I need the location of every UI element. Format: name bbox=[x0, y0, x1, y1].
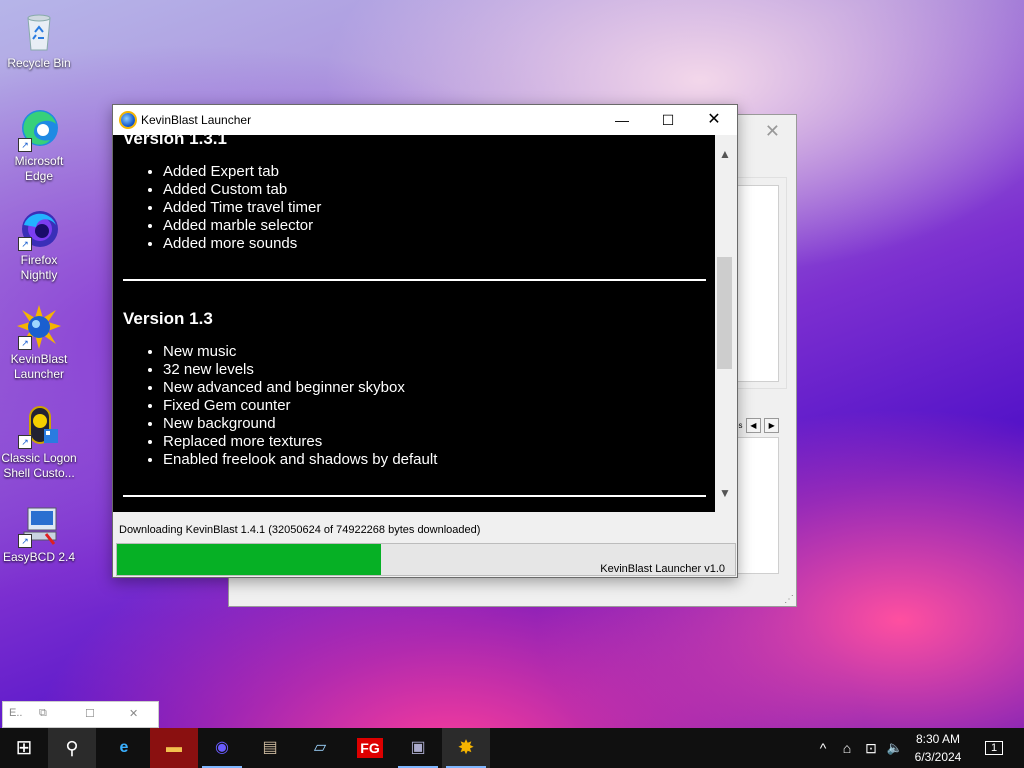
changelog-item: New background bbox=[163, 415, 706, 433]
section-divider bbox=[123, 279, 706, 281]
close-icon[interactable]: ✕ bbox=[129, 707, 138, 720]
close-button[interactable]: ✕ bbox=[691, 105, 737, 135]
desktop-icon-easybcd[interactable]: ↗ EasyBCD 2.4 bbox=[0, 496, 78, 565]
bg-window-list-panel bbox=[737, 185, 779, 382]
title-bar[interactable]: KevinBlast Launcher — ☐ ✕ bbox=[113, 105, 737, 135]
desktop-icon-label: EasyBCD 2.4 bbox=[2, 550, 76, 564]
version-heading: Version 1.3.1 bbox=[123, 135, 227, 148]
clock-date: 6/3/2024 bbox=[914, 750, 962, 764]
desktop-icon-firefox-nightly[interactable]: ↗ Firefox Nightly bbox=[0, 199, 78, 283]
shortcut-arrow-icon: ↗ bbox=[18, 534, 32, 548]
maximize-button[interactable]: ☐ bbox=[645, 105, 691, 135]
resize-grip-icon[interactable]: ⋰ bbox=[784, 594, 794, 605]
changelog-item: New advanced and beginner skybox bbox=[163, 379, 706, 397]
changelog-view[interactable]: Version 1.3.1 Added Expert tab Added Cus… bbox=[113, 135, 715, 512]
changelog-item: Added Expert tab bbox=[163, 163, 706, 181]
kevinblast-app-icon bbox=[121, 113, 135, 127]
minimized-window[interactable]: E.. ⧉ ☐ ✕ bbox=[2, 701, 159, 728]
desktop-icon-label: Microsoft bbox=[14, 154, 64, 168]
meet-now-icon[interactable]: ⌂ bbox=[836, 728, 858, 768]
edge-icon[interactable]: e bbox=[100, 728, 148, 768]
vertical-scrollbar[interactable]: ▲ ▼ bbox=[715, 135, 735, 512]
minimize-button[interactable]: — bbox=[599, 105, 645, 135]
changelog-item: New music bbox=[163, 343, 706, 361]
recycle-bin-icon bbox=[16, 8, 62, 54]
computer-icon[interactable]: ▣ bbox=[394, 728, 442, 768]
clock[interactable]: 8:30 AM 6/3/2024 bbox=[906, 730, 970, 766]
firefox-nightly-icon[interactable]: ◉ bbox=[198, 728, 246, 768]
edge-icon: ↗ bbox=[16, 106, 62, 152]
changelog-item: Enabled freelook and shadows by default bbox=[163, 451, 706, 469]
changelog-list: New music 32 new levels New advanced and… bbox=[123, 343, 706, 469]
window-title: KevinBlast Launcher bbox=[141, 113, 252, 127]
tab-scroll-right-button[interactable]: ▶ bbox=[764, 418, 780, 434]
file-explorer-icon[interactable]: ▬ bbox=[150, 728, 198, 768]
desktop-icon-label: Nightly bbox=[20, 268, 58, 282]
easybcd-icon: ↗ bbox=[16, 502, 62, 548]
desktop-icon-label: Firefox bbox=[20, 253, 58, 267]
bg-window-content-panel bbox=[737, 437, 779, 574]
desktop-icon-label: Shell Custo... bbox=[3, 466, 75, 480]
show-hidden-icons-chevron-icon[interactable]: ^ bbox=[812, 728, 834, 768]
maximize-icon[interactable]: ☐ bbox=[85, 707, 95, 720]
fg-app-glyph: FG bbox=[357, 738, 383, 758]
desktop-icon-label: Recycle Bin bbox=[7, 56, 71, 70]
download-progress-bar: KevinBlast Launcher v1.0 bbox=[116, 543, 736, 576]
version-heading: Version 1.3 bbox=[123, 309, 213, 328]
desktop-icon-label: KevinBlast bbox=[10, 352, 68, 366]
tab-scroll-left-button[interactable]: ◀ bbox=[745, 418, 761, 434]
package-icon[interactable]: ▤ bbox=[246, 728, 294, 768]
desktop-icon-classic-logon[interactable]: ↗ Classic Logon Shell Custo... bbox=[0, 397, 78, 481]
bg-window-tab-scroller: os ◀ ▶ bbox=[734, 418, 780, 434]
kevinblast-glyph: ✸ bbox=[457, 737, 475, 759]
progress-fill bbox=[117, 544, 382, 575]
scroll-up-icon[interactable]: ▲ bbox=[715, 145, 735, 163]
desktop-icon-recycle-bin[interactable]: Recycle Bin bbox=[0, 2, 78, 71]
scroll-thumb[interactable] bbox=[717, 257, 732, 369]
changelog-list: Added Expert tab Added Custom tab Added … bbox=[123, 163, 706, 253]
scroll-down-icon[interactable]: ▼ bbox=[715, 484, 735, 502]
classic-logon-icon: ↗ bbox=[16, 403, 62, 449]
desktop-icon-label: Edge bbox=[24, 169, 54, 183]
bg-window-close-button[interactable]: ✕ bbox=[765, 121, 780, 142]
taskbar: ⊞ ⚲ e ▬ ◉ ▤ ▱ FG ▣ ✸ ^ ⌂ ⊡ 🔈 8:30 AM 6/3… bbox=[0, 728, 1024, 768]
changelog-item: Added marble selector bbox=[163, 217, 706, 235]
restore-icon[interactable]: ⧉ bbox=[39, 707, 47, 720]
network-icon[interactable]: ⊡ bbox=[860, 728, 882, 768]
desktop-icon-label: Launcher bbox=[13, 367, 65, 381]
mini-window-title: E.. bbox=[9, 707, 23, 719]
shortcut-arrow-icon: ↗ bbox=[18, 435, 32, 449]
shortcut-arrow-icon: ↗ bbox=[18, 336, 32, 350]
start-button[interactable]: ⊞ bbox=[0, 728, 48, 768]
notification-center-icon[interactable]: 1 bbox=[980, 728, 1008, 768]
launcher-window: KevinBlast Launcher — ☐ ✕ Version 1.3.1 … bbox=[112, 104, 738, 578]
firefox-nightly-glyph: ◉ bbox=[215, 739, 229, 756]
changelog-item: Added more sounds bbox=[163, 235, 706, 253]
download-status: Downloading KevinBlast 1.4.1 (32050624 o… bbox=[119, 524, 481, 536]
fg-app-icon[interactable]: FG bbox=[346, 728, 394, 768]
notepad-icon[interactable]: ▱ bbox=[296, 728, 344, 768]
volume-muted-icon[interactable]: 🔈 bbox=[884, 728, 906, 768]
changelog-item: Replaced more textures bbox=[163, 433, 706, 451]
desktop-icon-kevinblast[interactable]: ↗ KevinBlast Launcher bbox=[0, 298, 78, 382]
kevinblast-icon: ↗ bbox=[16, 304, 62, 350]
changelog-item: Added Time travel timer bbox=[163, 199, 706, 217]
changelog-item: 32 new levels bbox=[163, 361, 706, 379]
kevinblast-taskbar-icon[interactable]: ✸ bbox=[442, 728, 490, 768]
shortcut-arrow-icon: ↗ bbox=[18, 138, 32, 152]
clock-time: 8:30 AM bbox=[915, 732, 961, 746]
section-divider bbox=[123, 495, 706, 497]
notification-count: 1 bbox=[985, 741, 1003, 755]
changelog-item: Added Custom tab bbox=[163, 181, 706, 199]
launcher-version-label: KevinBlast Launcher v1.0 bbox=[600, 563, 725, 575]
shortcut-arrow-icon: ↗ bbox=[18, 237, 32, 251]
desktop-icon-edge[interactable]: ↗ Microsoft Edge bbox=[0, 100, 78, 184]
computer-glyph: ▣ bbox=[410, 739, 426, 756]
changelog-item: Fixed Gem counter bbox=[163, 397, 706, 415]
desktop-icon-label: Classic Logon bbox=[1, 451, 77, 465]
search-button[interactable]: ⚲ bbox=[48, 728, 96, 768]
firefox-nightly-icon: ↗ bbox=[16, 205, 62, 251]
